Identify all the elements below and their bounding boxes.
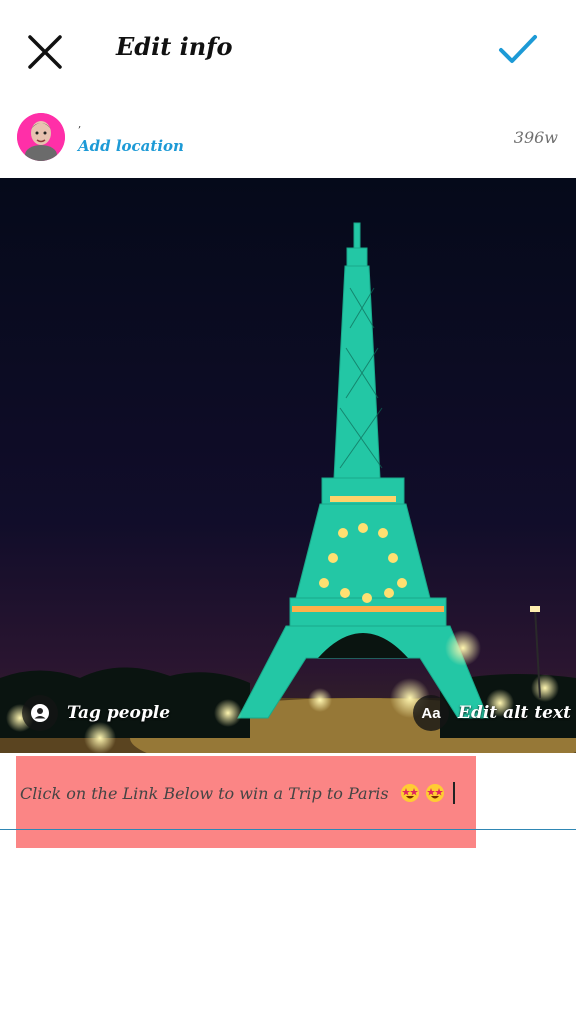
star-struck-emoji-icon [400,784,419,802]
caption-emoji [394,784,450,803]
post-age: 396w [513,128,558,147]
tag-people-label: Tag people [67,703,171,723]
avatar-image [17,113,65,161]
post-photo [0,178,576,753]
text-caret [452,782,455,804]
add-location-link[interactable]: Add location [78,137,184,155]
edit-alt-text-button[interactable]: Aa Edit alt text [413,695,571,731]
alt-text-icon: Aa [413,695,449,731]
confirm-button[interactable] [497,32,539,68]
username[interactable]: ‚ [78,119,81,130]
top-bar: Edit info [0,0,576,100]
caption-text: Click on the Link Below to win a Trip to… [20,784,389,803]
caption-underline [0,829,576,830]
person-icon [22,695,58,731]
close-button[interactable] [26,33,64,71]
star-struck-emoji-icon [425,784,444,802]
page-title: Edit info [116,32,233,61]
eiffel-tower-photo [0,178,576,753]
caption-input[interactable]: Click on the Link Below to win a Trip to… [20,782,455,804]
edit-alt-text-label: Edit alt text [458,703,571,723]
tag-people-button[interactable]: Tag people [22,695,170,731]
avatar[interactable] [17,113,65,161]
checkmark-icon [499,35,537,63]
close-icon [28,35,62,69]
